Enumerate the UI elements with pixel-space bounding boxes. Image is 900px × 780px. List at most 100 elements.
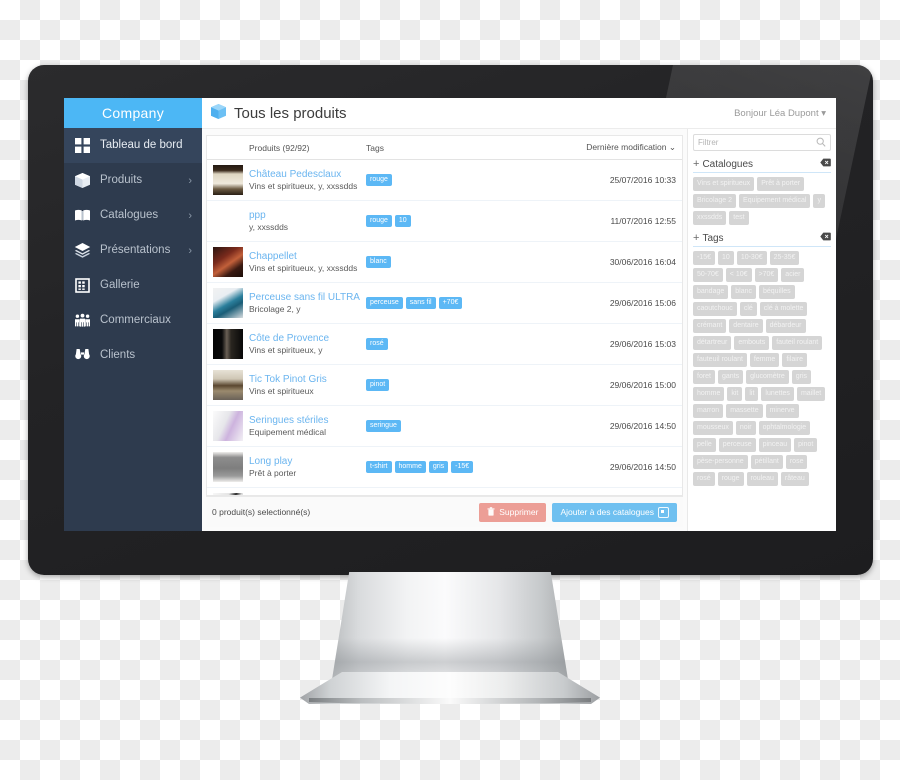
tag-chip[interactable]: glucomètre bbox=[746, 370, 789, 384]
product-tag[interactable]: blanc bbox=[366, 256, 391, 268]
tag-chip[interactable]: < 10€ bbox=[725, 268, 752, 282]
product-name-link[interactable]: ppp bbox=[249, 210, 366, 222]
tag-chip[interactable]: blanc bbox=[731, 285, 756, 299]
tags-section-header[interactable]: + Tags bbox=[693, 232, 831, 247]
tag-chip[interactable]: 10-30€ bbox=[736, 251, 767, 265]
tag-chip[interactable]: fauteuil roulant bbox=[693, 353, 747, 367]
product-tag[interactable]: -15€ bbox=[451, 461, 474, 473]
tag-chip[interactable]: bandage bbox=[693, 285, 729, 299]
product-name-link[interactable]: Perceuse sans fil ULTRA bbox=[249, 292, 366, 304]
tag-chip[interactable]: 10 bbox=[718, 251, 734, 265]
sidebar-item-clients[interactable]: Clients bbox=[64, 338, 202, 373]
tag-chip[interactable]: marron bbox=[693, 404, 724, 418]
tag-chip[interactable]: femme bbox=[749, 353, 780, 367]
tag-chip[interactable]: mousseux bbox=[693, 421, 733, 435]
tag-chip[interactable]: foret bbox=[693, 370, 716, 384]
tag-chip[interactable]: pèse-personne bbox=[693, 455, 748, 469]
table-row[interactable]: Tic Tok Pinot Gris Vins et spiritueux pino… bbox=[207, 365, 682, 406]
catalogue-chip[interactable]: Vins et spiritueux bbox=[693, 177, 755, 191]
tag-chip[interactable]: perceuse bbox=[718, 438, 756, 452]
tag-chip[interactable]: rose bbox=[785, 455, 808, 469]
table-row[interactable]: Long play Prêt à porter t-shirt homme gris -1… bbox=[207, 447, 682, 488]
tag-chip[interactable]: débardeur bbox=[765, 319, 806, 333]
product-tag[interactable]: rouge bbox=[366, 215, 392, 227]
tag-chip[interactable]: béquilles bbox=[759, 285, 795, 299]
product-tag[interactable]: rouge bbox=[366, 174, 392, 186]
tag-chip[interactable]: pinceau bbox=[758, 438, 792, 452]
tag-chip[interactable]: gants bbox=[718, 370, 744, 384]
product-name-link[interactable]: Tic Tok Pinot Gris bbox=[249, 374, 366, 386]
tag-chip[interactable]: embouts bbox=[734, 336, 770, 350]
tag-chip[interactable]: pétillant bbox=[750, 455, 783, 469]
column-header-modified[interactable]: Dernière modification ⌄ bbox=[556, 142, 682, 153]
sidebar-item-tableau-de-bord[interactable]: Tableau de bord bbox=[64, 128, 202, 163]
product-tag[interactable]: homme bbox=[394, 461, 426, 473]
tag-chip[interactable]: clé bbox=[739, 302, 757, 316]
table-row[interactable]: Château Pedesclaux Vins et spiritueux, y,… bbox=[207, 160, 682, 201]
product-tag[interactable]: seringue bbox=[366, 420, 401, 432]
tag-chip[interactable]: pinot bbox=[794, 438, 818, 452]
product-tag[interactable]: perceuse bbox=[366, 297, 403, 309]
tag-chip[interactable]: lunettes bbox=[761, 387, 794, 401]
tag-chip[interactable]: pelle bbox=[693, 438, 716, 452]
sidebar-item-gallerie[interactable]: Gallerie bbox=[64, 268, 202, 303]
clear-catalogues-icon[interactable] bbox=[820, 158, 831, 170]
product-tag[interactable]: +70€ bbox=[438, 297, 463, 309]
product-tag[interactable]: sans fil bbox=[405, 297, 436, 309]
tag-chip[interactable]: caoutchouc bbox=[693, 302, 737, 316]
clear-tags-icon[interactable] bbox=[820, 232, 831, 244]
tag-chip[interactable]: râteau bbox=[780, 472, 809, 486]
product-tag[interactable]: 10 bbox=[394, 215, 411, 227]
table-row[interactable]: Seringues stériles Equipement médical seri… bbox=[207, 406, 682, 447]
tag-chip[interactable]: filaire bbox=[782, 353, 808, 367]
catalogue-chip[interactable]: Prêt à porter bbox=[757, 177, 805, 191]
tag-chip[interactable]: rosé bbox=[693, 472, 715, 486]
tag-chip[interactable]: crémant bbox=[693, 319, 727, 333]
product-tag[interactable]: pinot bbox=[366, 379, 390, 391]
add-to-catalogues-button[interactable]: Ajouter à des catalogues bbox=[552, 502, 677, 522]
table-row[interactable]: Côte de Provence Vins et spiritueux, y ros… bbox=[207, 324, 682, 365]
table-row[interactable]: Loupes binoculairesEquipement médicaloph… bbox=[207, 488, 682, 495]
catalogue-chip[interactable]: test bbox=[729, 211, 749, 225]
tag-chip[interactable]: 50-70€ bbox=[693, 268, 723, 282]
table-row[interactable]: Perceuse sans fil ULTRA Bricolage 2, y per… bbox=[207, 283, 682, 324]
tag-chip[interactable]: massette bbox=[726, 404, 763, 418]
tag-chip[interactable]: homme bbox=[693, 387, 725, 401]
catalogue-chip[interactable]: y bbox=[813, 194, 825, 208]
tag-chip[interactable]: maillet bbox=[796, 387, 826, 401]
product-name-link[interactable]: Côte de Provence bbox=[249, 333, 366, 345]
tag-chip[interactable]: dentaire bbox=[729, 319, 763, 333]
catalogue-chip[interactable]: Bricolage 2 bbox=[693, 194, 737, 208]
search-icon[interactable] bbox=[816, 137, 826, 149]
tag-chip[interactable]: acier bbox=[781, 268, 805, 282]
tag-chip[interactable]: lit bbox=[745, 387, 759, 401]
product-name-link[interactable]: Seringues stériles bbox=[249, 415, 366, 427]
product-name-link[interactable]: Chappellet bbox=[249, 251, 366, 263]
tag-chip[interactable]: minerve bbox=[765, 404, 799, 418]
tag-chip[interactable]: noir bbox=[735, 421, 756, 435]
user-menu[interactable]: Bonjour Léa Dupont ▾ bbox=[734, 108, 826, 119]
tag-chip[interactable]: ophtalmologie bbox=[758, 421, 811, 435]
tag-chip[interactable]: rouge bbox=[717, 472, 744, 486]
tag-chip[interactable]: clé à molette bbox=[759, 302, 808, 316]
sidebar-item-produits[interactable]: Produits › bbox=[64, 163, 202, 198]
tag-chip[interactable]: gris bbox=[791, 370, 812, 384]
tag-chip[interactable]: détartreur bbox=[693, 336, 732, 350]
tag-chip[interactable]: 25-35€ bbox=[769, 251, 800, 265]
sidebar-item-presentations[interactable]: Présentations › bbox=[64, 233, 202, 268]
table-row[interactable]: ppp y, xxssdds rouge 10 11/07/2016 12:55 bbox=[207, 201, 682, 242]
sidebar-item-catalogues[interactable]: Catalogues › bbox=[64, 198, 202, 233]
catalogue-chip[interactable]: Equipement médical bbox=[739, 194, 811, 208]
product-tag[interactable]: rosé bbox=[366, 338, 388, 350]
product-name-link[interactable]: Long play bbox=[249, 456, 366, 468]
tag-chip[interactable]: kit bbox=[727, 387, 743, 401]
product-tag[interactable]: gris bbox=[428, 461, 449, 473]
tag-chip[interactable]: rouleau bbox=[746, 472, 778, 486]
table-row[interactable]: Chappellet Vins et spiritueux, y, xxssdds… bbox=[207, 242, 682, 283]
filter-input[interactable]: Filtrer bbox=[693, 134, 831, 151]
tag-chip[interactable]: -15€ bbox=[693, 251, 716, 265]
brand-logo[interactable]: Company bbox=[64, 98, 202, 128]
column-header-tags[interactable]: Tags bbox=[366, 143, 556, 153]
tag-chip[interactable]: >70€ bbox=[754, 268, 779, 282]
catalogues-section-header[interactable]: + Catalogues bbox=[693, 158, 831, 173]
